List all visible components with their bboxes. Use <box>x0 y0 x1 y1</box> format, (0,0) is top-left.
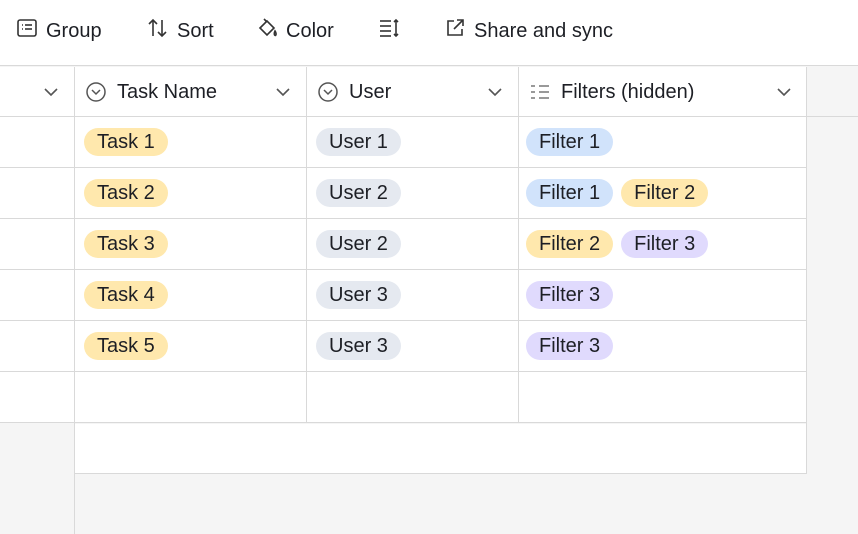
table-row[interactable]: Task 2 User 2 Filter 1 Filter 2 <box>0 168 807 219</box>
chevron-down-icon[interactable] <box>485 82 505 102</box>
user-cell[interactable]: User 2 <box>316 219 401 269</box>
user-pill: User 1 <box>316 128 401 156</box>
user-pill: User 2 <box>316 179 401 207</box>
column-divider <box>518 67 519 423</box>
sort-label: Sort <box>177 19 214 42</box>
column-header-task-name[interactable]: Task Name <box>85 67 305 117</box>
sort-icon <box>147 17 169 45</box>
filter-pill: Filter 2 <box>526 230 614 258</box>
table-row[interactable]: Task 5 User 3 Filter 3 <box>0 321 807 372</box>
add-column-area[interactable] <box>807 67 858 117</box>
empty-row[interactable] <box>0 372 807 423</box>
single-select-icon <box>317 81 339 103</box>
color-button[interactable]: Color <box>256 18 334 44</box>
task-cell[interactable]: Task 4 <box>84 270 168 320</box>
user-pill: User 2 <box>316 230 401 258</box>
user-pill: User 3 <box>316 281 401 309</box>
sort-button[interactable]: Sort <box>147 18 214 44</box>
multi-select-icon <box>529 81 551 103</box>
task-cell[interactable]: Task 2 <box>84 168 168 218</box>
group-icon <box>16 17 38 45</box>
toolbar: Group Sort Color Share and sync <box>0 0 858 66</box>
color-label: Color <box>286 19 334 42</box>
user-cell[interactable]: User 3 <box>316 270 401 320</box>
filters-cell[interactable]: Filter 2 Filter 3 <box>526 219 709 269</box>
column-divider <box>306 67 307 423</box>
column-divider <box>74 67 75 534</box>
task-cell[interactable]: Task 3 <box>84 219 168 269</box>
task-pill: Task 3 <box>84 230 168 258</box>
row-height-button[interactable] <box>378 18 400 44</box>
task-pill: Task 2 <box>84 179 168 207</box>
filter-pill: Filter 2 <box>621 179 709 207</box>
filters-cell[interactable]: Filter 1 <box>526 117 614 167</box>
column-header-filters[interactable]: Filters (hidden) <box>529 67 799 117</box>
user-cell[interactable]: User 2 <box>316 168 401 218</box>
task-pill: Task 1 <box>84 128 168 156</box>
column-header-row: Task Name User Filters (hidden) <box>0 67 807 117</box>
filters-cell[interactable]: Filter 3 <box>526 270 614 320</box>
chevron-down-icon[interactable] <box>41 82 61 102</box>
user-cell[interactable]: User 3 <box>316 321 401 371</box>
row-height-icon <box>378 17 400 45</box>
group-label: Group <box>46 19 102 42</box>
filters-cell[interactable]: Filter 1 Filter 2 <box>526 168 709 218</box>
group-button[interactable]: Group <box>16 18 102 44</box>
share-and-sync-button[interactable]: Share and sync <box>444 18 613 44</box>
filter-pill: Filter 3 <box>526 332 614 360</box>
column-divider <box>806 67 807 473</box>
add-row-area[interactable] <box>75 424 807 474</box>
filter-pill: Filter 3 <box>526 281 614 309</box>
task-cell[interactable]: Task 5 <box>84 321 168 371</box>
task-pill: Task 4 <box>84 281 168 309</box>
data-grid: Task Name User Filters (hidden) Task 1 U… <box>0 67 858 534</box>
chevron-down-icon[interactable] <box>273 82 293 102</box>
filter-pill: Filter 3 <box>621 230 709 258</box>
table-row[interactable]: Task 4 User 3 Filter 3 <box>0 270 807 321</box>
task-pill: Task 5 <box>84 332 168 360</box>
column-label: Task Name <box>117 80 218 103</box>
paint-bucket-icon <box>256 17 278 45</box>
table-row[interactable]: Task 1 User 1 Filter 1 <box>0 117 807 168</box>
filter-pill: Filter 1 <box>526 179 614 207</box>
user-pill: User 3 <box>316 332 401 360</box>
share-label: Share and sync <box>474 19 613 42</box>
filter-pill: Filter 1 <box>526 128 614 156</box>
column-label: User <box>349 80 392 103</box>
single-select-icon <box>85 81 107 103</box>
filters-cell[interactable]: Filter 3 <box>526 321 614 371</box>
user-cell[interactable]: User 1 <box>316 117 401 167</box>
table-row[interactable]: Task 3 User 2 Filter 2 Filter 3 <box>0 219 807 270</box>
task-cell[interactable]: Task 1 <box>84 117 168 167</box>
column-label: Filters (hidden) <box>561 80 695 103</box>
share-icon <box>444 17 466 45</box>
chevron-down-icon[interactable] <box>774 82 794 102</box>
